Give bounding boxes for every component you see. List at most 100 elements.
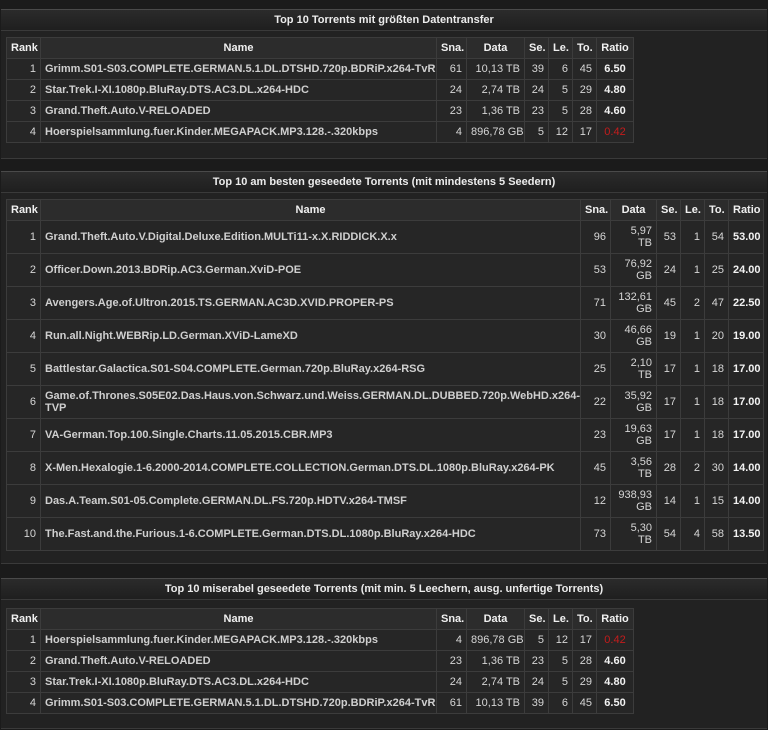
torrent-name-link[interactable]: Star.Trek.I-XI.1080p.BluRay.DTS.AC3.DL.x…	[40, 79, 437, 101]
torrent-name-link[interactable]: Grimm.S01-S03.COMPLETE.GERMAN.5.1.DL.DTS…	[40, 692, 437, 714]
snatched-cell: 61	[436, 692, 467, 714]
torrent-name-link[interactable]: Grand.Theft.Auto.V-RELOADED	[40, 100, 437, 122]
col-total[interactable]: To.	[572, 608, 597, 630]
total-cell: 17	[572, 629, 597, 651]
data-size-cell: 35,92 GB	[610, 385, 657, 419]
table-row: 10 The.Fast.and.the.Furious.1-6.COMPLETE.…	[6, 517, 764, 551]
col-snatched[interactable]: Sna.	[580, 199, 611, 221]
col-data[interactable]: Data	[466, 37, 525, 59]
table-row: 1 Hoerspielsammlung.fuer.Kinder.MEGAPACK.…	[6, 629, 634, 651]
leechers-cell: 1	[680, 418, 705, 452]
col-total[interactable]: To.	[704, 199, 729, 221]
leechers-cell: 5	[548, 100, 573, 122]
rank-cell: 6	[6, 385, 41, 419]
snatched-cell: 24	[436, 79, 467, 101]
total-cell: 45	[572, 58, 597, 80]
leechers-cell: 1	[680, 253, 705, 287]
torrent-name-link[interactable]: Grimm.S01-S03.COMPLETE.GERMAN.5.1.DL.DTS…	[40, 58, 437, 80]
col-total[interactable]: To.	[572, 37, 597, 59]
torrent-name-link[interactable]: X-Men.Hexalogie.1-6.2000-2014.COMPLETE.C…	[40, 451, 581, 485]
col-ratio[interactable]: Ratio	[596, 608, 634, 630]
torrent-name-link[interactable]: Game.of.Thrones.S05E02.Das.Haus.von.Schw…	[40, 385, 581, 419]
col-leechers[interactable]: Le.	[548, 608, 573, 630]
col-leechers[interactable]: Le.	[680, 199, 705, 221]
rank-cell: 4	[6, 692, 41, 714]
total-cell: 54	[704, 220, 729, 254]
ratio-cell: 4.80	[596, 671, 634, 693]
torrent-name-link[interactable]: Run.all.Night.WEBRip.LD.German.XViD-Lame…	[40, 319, 581, 353]
ratio-cell: 24.00	[728, 253, 764, 287]
table-row: 4 Hoerspielsammlung.fuer.Kinder.MEGAPACK.…	[6, 121, 634, 143]
col-data[interactable]: Data	[610, 199, 657, 221]
seeders-cell: 17	[656, 418, 681, 452]
section-worst-seeded: Top 10 miserabel geseedete Torrents (mit…	[1, 578, 767, 729]
data-size-cell: 2,74 TB	[466, 79, 525, 101]
col-snatched[interactable]: Sna.	[436, 608, 467, 630]
seeders-cell: 5	[524, 121, 549, 143]
col-rank[interactable]: Rank	[6, 199, 41, 221]
leechers-cell: 5	[548, 671, 573, 693]
col-seeders[interactable]: Se.	[524, 608, 549, 630]
torrent-name-link[interactable]: Hoerspielsammlung.fuer.Kinder.MEGAPACK.M…	[40, 629, 437, 651]
table-body: 1 Hoerspielsammlung.fuer.Kinder.MEGAPACK.…	[6, 629, 634, 714]
col-ratio[interactable]: Ratio	[596, 37, 634, 59]
torrent-name-link[interactable]: Grand.Theft.Auto.V-RELOADED	[40, 650, 437, 672]
torrent-name-link[interactable]: Grand.Theft.Auto.V.Digital.Deluxe.Editio…	[40, 220, 581, 254]
table-row: 3 Avengers.Age.of.Ultron.2015.TS.GERMAN.A…	[6, 286, 764, 320]
rank-cell: 2	[6, 650, 41, 672]
col-snatched[interactable]: Sna.	[436, 37, 467, 59]
rank-cell: 9	[6, 484, 41, 518]
ratio-cell: 13.50	[728, 517, 764, 551]
torrent-name-link[interactable]: Hoerspielsammlung.fuer.Kinder.MEGAPACK.M…	[40, 121, 437, 143]
total-cell: 29	[572, 79, 597, 101]
table-row: 2 Officer.Down.2013.BDRip.AC3.German.XviD…	[6, 253, 764, 287]
torrent-name-link[interactable]: VA-German.Top.100.Single.Charts.11.05.20…	[40, 418, 581, 452]
ratio-cell: 53.00	[728, 220, 764, 254]
col-seeders[interactable]: Se.	[524, 37, 549, 59]
torrent-name-link[interactable]: Avengers.Age.of.Ultron.2015.TS.GERMAN.AC…	[40, 286, 581, 320]
total-cell: 30	[704, 451, 729, 485]
snatched-cell: 45	[580, 451, 611, 485]
total-cell: 47	[704, 286, 729, 320]
col-data[interactable]: Data	[466, 608, 525, 630]
seeders-cell: 17	[656, 352, 681, 386]
rank-cell: 1	[6, 220, 41, 254]
seeders-cell: 53	[656, 220, 681, 254]
table-row: 6 Game.of.Thrones.S05E02.Das.Haus.von.Sch…	[6, 385, 764, 419]
col-name[interactable]: Name	[40, 608, 437, 630]
torrent-name-link[interactable]: Das.A.Team.S01-05.Complete.GERMAN.DL.FS.…	[40, 484, 581, 518]
torrent-name-link[interactable]: Officer.Down.2013.BDRip.AC3.German.XviD-…	[40, 253, 581, 287]
data-size-cell: 46,66 GB	[610, 319, 657, 353]
seeders-cell: 23	[524, 650, 549, 672]
leechers-cell: 6	[548, 58, 573, 80]
col-leechers[interactable]: Le.	[548, 37, 573, 59]
seeders-cell: 28	[656, 451, 681, 485]
ratio-cell: 14.00	[728, 484, 764, 518]
rank-cell: 2	[6, 79, 41, 101]
snatched-cell: 12	[580, 484, 611, 518]
seeders-cell: 24	[524, 671, 549, 693]
torrent-name-link[interactable]: Star.Trek.I-XI.1080p.BluRay.DTS.AC3.DL.x…	[40, 671, 437, 693]
leechers-cell: 1	[680, 220, 705, 254]
data-size-cell: 1,36 TB	[466, 650, 525, 672]
leechers-cell: 2	[680, 286, 705, 320]
section-best-seeded: Top 10 am besten geseedete Torrents (mit…	[1, 171, 767, 564]
ratio-cell: 6.50	[596, 58, 634, 80]
snatched-cell: 4	[436, 121, 467, 143]
seeders-cell: 45	[656, 286, 681, 320]
torrent-name-link[interactable]: The.Fast.and.the.Furious.1-6.COMPLETE.Ge…	[40, 517, 581, 551]
col-name[interactable]: Name	[40, 37, 437, 59]
col-rank[interactable]: Rank	[6, 608, 41, 630]
col-seeders[interactable]: Se.	[656, 199, 681, 221]
ratio-cell: 0.42	[596, 629, 634, 651]
col-ratio[interactable]: Ratio	[728, 199, 764, 221]
col-rank[interactable]: Rank	[6, 37, 41, 59]
ratio-cell: 17.00	[728, 385, 764, 419]
col-name[interactable]: Name	[40, 199, 581, 221]
rank-cell: 1	[6, 58, 41, 80]
data-size-cell: 76,92 GB	[610, 253, 657, 287]
leechers-cell: 2	[680, 451, 705, 485]
torrent-name-link[interactable]: Battlestar.Galactica.S01-S04.COMPLETE.Ge…	[40, 352, 581, 386]
data-size-cell: 2,10 TB	[610, 352, 657, 386]
seeders-cell: 14	[656, 484, 681, 518]
